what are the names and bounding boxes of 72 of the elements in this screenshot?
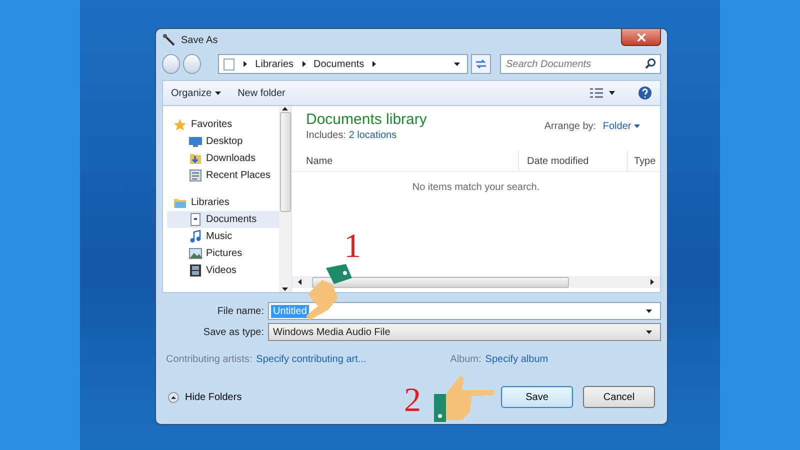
caret-icon — [634, 123, 640, 129]
recent-places-icon — [189, 169, 202, 182]
forward-button[interactable] — [183, 54, 202, 74]
dialog-button[interactable]: Save — [501, 386, 573, 408]
toolbar-button[interactable]: New folder — [238, 88, 286, 98]
window-title: Save As — [181, 34, 218, 46]
close-icon — [636, 32, 646, 42]
chevron-icon — [300, 61, 307, 67]
folder-icon — [173, 196, 187, 208]
field-label: Save as type: — [202, 326, 264, 338]
sidebar-group[interactable]: Favorites — [167, 116, 279, 133]
horizontal-scrollbar[interactable] — [292, 276, 660, 288]
search-icon — [645, 58, 656, 69]
column-header[interactable]: Name — [292, 151, 519, 171]
help-icon[interactable] — [638, 86, 652, 100]
scroll-right-icon — [649, 279, 655, 285]
wrench-icon — [162, 33, 176, 47]
field-label: File name: — [216, 306, 264, 316]
arrange-by-label: Arrange by: — [544, 121, 596, 132]
chevron-icon — [242, 61, 248, 67]
refresh-icon — [475, 59, 488, 69]
caret-icon — [646, 308, 652, 314]
arrange-by-dropdown[interactable]: Folder — [598, 121, 640, 132]
document-icon — [189, 213, 202, 226]
step-number: 2 — [404, 384, 421, 418]
sidebar-item[interactable]: Documents — [167, 211, 279, 228]
scroll-down-icon — [282, 286, 288, 292]
sidebar-item[interactable]: Videos — [167, 262, 279, 279]
sidebar-item[interactable]: Desktop — [167, 133, 279, 150]
toolbar-button[interactable]: Organize — [171, 88, 224, 98]
step-number: 1 — [344, 230, 361, 264]
caret-icon — [454, 61, 460, 67]
view-options-icon[interactable] — [590, 88, 616, 98]
music-note-icon — [189, 230, 202, 243]
dropdown[interactable]: Windows Media Audio File — [268, 323, 661, 341]
library-title: Documents library — [306, 111, 427, 128]
sidebar-item[interactable]: Downloads — [167, 150, 279, 167]
sidebar-item[interactable]: Music — [167, 228, 279, 245]
film-icon — [189, 264, 202, 277]
close-button[interactable] — [621, 29, 661, 46]
column-header[interactable]: Type — [628, 151, 660, 171]
locations-link[interactable]: 2 locations — [348, 130, 397, 141]
collapse-icon — [168, 392, 179, 402]
metadata-link[interactable]: Specify contributing art... — [256, 354, 446, 365]
metadata-link[interactable]: Specify album — [485, 354, 548, 365]
column-header[interactable]: Date modified — [519, 151, 628, 171]
download-folder-icon — [189, 152, 202, 165]
breadcrumb[interactable]: Libraries — [255, 58, 294, 70]
pointing-hand-drawing — [434, 376, 496, 422]
sidebar-item[interactable]: Recent Places — [167, 167, 279, 184]
metadata-label: Contributing artists: — [166, 354, 252, 365]
vertical-scrollbar[interactable] — [279, 106, 291, 292]
metadata-label: Album: — [450, 354, 482, 365]
breadcrumb[interactable]: Documents — [314, 58, 364, 70]
dialog-button[interactable]: Cancel — [583, 386, 655, 408]
address-bar[interactable]: Libraries Documents — [218, 54, 468, 74]
back-button[interactable] — [162, 54, 180, 74]
desktop-icon — [189, 135, 202, 148]
scroll-left-icon — [297, 279, 303, 285]
refresh-button[interactable] — [471, 54, 492, 74]
pictures-icon — [189, 247, 202, 260]
includes-label: Includes: — [306, 130, 346, 141]
search-field[interactable]: Search Documents — [500, 54, 662, 74]
empty-message: No items match your search. — [412, 182, 540, 193]
chevron-icon — [371, 61, 378, 67]
sidebar-group[interactable]: Libraries — [167, 194, 279, 211]
star-icon — [173, 118, 187, 132]
caret-icon — [214, 90, 221, 96]
sidebar-item[interactable]: Pictures — [167, 245, 279, 262]
caret-icon — [646, 329, 652, 335]
hide-folders-button[interactable]: Hide Folders — [168, 392, 242, 402]
document-icon — [223, 58, 236, 70]
